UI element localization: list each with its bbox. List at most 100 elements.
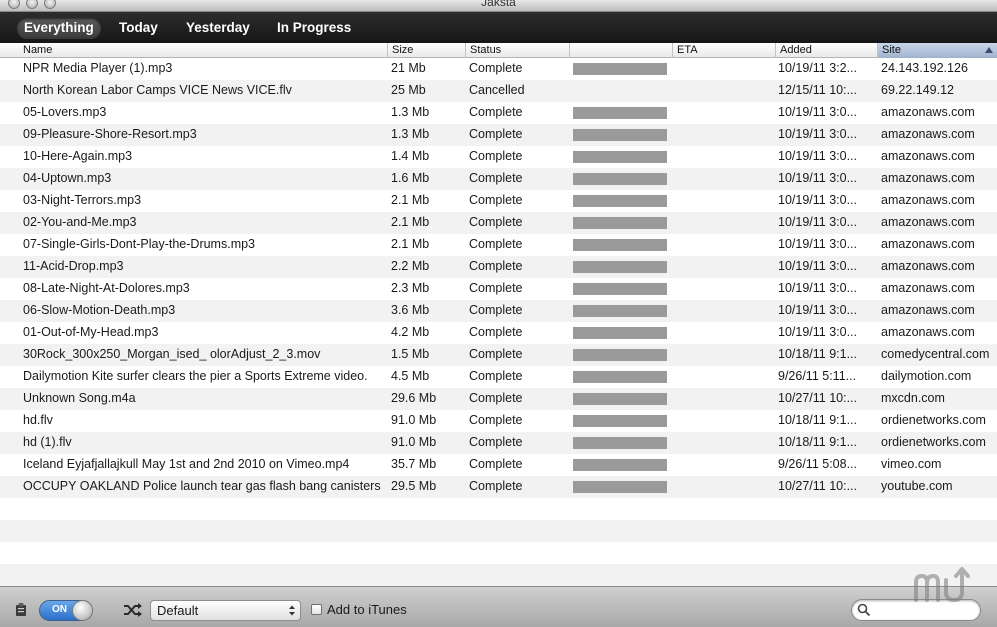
column-header-name[interactable]: Name [19,43,387,58]
cell-name: 10-Here-Again.mp3 [23,149,133,163]
cell-size: 35.7 Mb [391,457,437,471]
cell-name: 01-Out-of-My-Head.mp3 [23,325,159,339]
shuffle-icon[interactable] [123,603,143,617]
cell-progress [573,300,667,322]
table-row[interactable]: 10-Here-Again.mp3 1.4 Mb Complete 10/19/11 … [0,146,997,168]
cell-eta [676,278,772,300]
cell-progress [573,256,667,278]
table-row[interactable]: NPR Media Player (1).mp3 21 Mb Complete 10/… [0,58,997,80]
table-row[interactable]: 02-You-and-Me.mp3 2.1 Mb Complete 10/19/11 … [0,212,997,234]
table-row[interactable]: 03-Night-Terrors.mp3 2.1 Mb Complete 10/19/… [0,190,997,212]
progress-bar [573,151,667,163]
cell-progress [573,454,667,476]
table-row[interactable]: hd.flv 91.0 Mb Complete 10/18/11 9:1... ordi… [0,410,997,432]
clipboard-icon[interactable] [15,603,27,616]
column-header-site-label: Site [882,44,901,56]
column-header-site[interactable]: Site [877,43,997,58]
cell-size: 4.5 Mb [391,369,430,383]
capture-toggle[interactable]: ON [39,600,93,621]
column-header-added[interactable]: Added [775,43,877,58]
cell-added: 10/19/11 3:0... [778,127,857,141]
cell-eta [676,366,772,388]
cell-size: 29.6 Mb [391,391,437,405]
table-row[interactable]: 05-Lovers.mp3 1.3 Mb Complete 10/19/11 3:0.… [0,102,997,124]
table-row[interactable]: North Korean Labor Camps VICE News VICE.… [0,80,997,102]
progress-bar [573,261,667,273]
cell-name: OCCUPY OAKLAND Police launch tear gas fl… [23,479,381,493]
table-row[interactable]: 08-Late-Night-At-Dolores.mp3 2.3 Mb Comple… [0,278,997,300]
cell-name: North Korean Labor Camps VICE News VICE.… [23,83,292,97]
table-row[interactable]: OCCUPY OAKLAND Police launch tear gas fl… [0,476,997,498]
empty-row [0,564,997,586]
add-to-itunes-label[interactable]: Add to iTunes [327,602,407,617]
add-to-itunes-checkbox[interactable] [311,604,322,615]
cell-eta [676,476,772,498]
cell-added: 10/19/11 3:2... [778,61,857,75]
table-row[interactable]: 06-Slow-Motion-Death.mp3 3.6 Mb Complete 10… [0,300,997,322]
table-row[interactable]: 01-Out-of-My-Head.mp3 4.2 Mb Complete 10/19… [0,322,997,344]
cell-size: 2.1 Mb [391,215,430,229]
progress-bar [573,107,667,119]
progress-bar [573,173,667,185]
cell-added: 10/19/11 3:0... [778,105,857,119]
profile-select[interactable]: Default [150,600,301,621]
cell-status: Complete [469,193,523,207]
table-row[interactable]: Unknown Song.m4a 29.6 Mb Complete 10/27/11 … [0,388,997,410]
tab-today[interactable]: Today [112,18,165,38]
column-header-size[interactable]: Size [387,43,465,58]
column-header-progress[interactable] [569,43,672,58]
empty-row [0,520,997,542]
cell-name: hd.flv [23,413,53,427]
table-row[interactable]: hd (1).flv 91.0 Mb Complete 10/18/11 9:1...… [0,432,997,454]
cell-name: Unknown Song.m4a [23,391,136,405]
filter-tab-bar: Everything Today Yesterday In Progress [0,12,997,43]
cell-site: amazonaws.com [881,105,975,119]
cell-size: 25 Mb [391,83,426,97]
cell-status: Complete [469,215,523,229]
progress-bar [573,393,667,405]
table-row[interactable]: 09-Pleasure-Shore-Resort.mp3 1.3 Mb Comple… [0,124,997,146]
cell-name: 09-Pleasure-Shore-Resort.mp3 [23,127,197,141]
table-row[interactable]: 04-Uptown.mp3 1.6 Mb Complete 10/19/11 3:0.… [0,168,997,190]
cell-site: amazonaws.com [881,303,975,317]
tab-everything[interactable]: Everything [17,18,101,38]
cell-eta [676,146,772,168]
cell-site: amazonaws.com [881,325,975,339]
cell-status: Complete [469,391,523,405]
table-row[interactable]: 07-Single-Girls-Dont-Play-the-Drums.mp3 2… [0,234,997,256]
cell-added: 10/19/11 3:0... [778,325,857,339]
cell-size: 1.3 Mb [391,105,430,119]
cell-eta [676,432,772,454]
tab-yesterday[interactable]: Yesterday [179,18,257,38]
cell-added: 10/19/11 3:0... [778,303,857,317]
cell-eta [676,58,772,80]
table-row[interactable]: Iceland Eyjafjallajkull May 1st and 2nd … [0,454,997,476]
table-row[interactable]: 11-Acid-Drop.mp3 2.2 Mb Complete 10/19/11 3… [0,256,997,278]
progress-bar [573,415,667,427]
cell-progress [573,432,667,454]
cell-status: Complete [469,435,523,449]
cell-size: 1.4 Mb [391,149,430,163]
table-row[interactable]: 30Rock_300x250_Morgan_ised_ olorAdjust_2… [0,344,997,366]
cell-status: Complete [469,303,523,317]
cell-size: 21 Mb [391,61,426,75]
cell-size: 91.0 Mb [391,435,437,449]
cell-size: 2.1 Mb [391,193,430,207]
cell-site: 24.143.192.126 [881,61,968,75]
table-row[interactable]: Dailymotion Kite surfer clears the pier … [0,366,997,388]
cell-eta [676,168,772,190]
column-header-status[interactable]: Status [465,43,569,58]
progress-bar [573,217,667,229]
cell-name: 06-Slow-Motion-Death.mp3 [23,303,176,317]
cell-status: Complete [469,347,523,361]
toggle-knob [72,600,93,621]
column-header-eta[interactable]: ETA [672,43,775,58]
cell-size: 1.6 Mb [391,171,430,185]
cell-size: 3.6 Mb [391,303,430,317]
cell-eta [676,256,772,278]
cell-status: Complete [469,325,523,339]
tab-in-progress[interactable]: In Progress [270,18,358,38]
cell-status: Complete [469,413,523,427]
progress-bar [573,327,667,339]
cell-name: 07-Single-Girls-Dont-Play-the-Drums.mp3 [23,237,256,251]
